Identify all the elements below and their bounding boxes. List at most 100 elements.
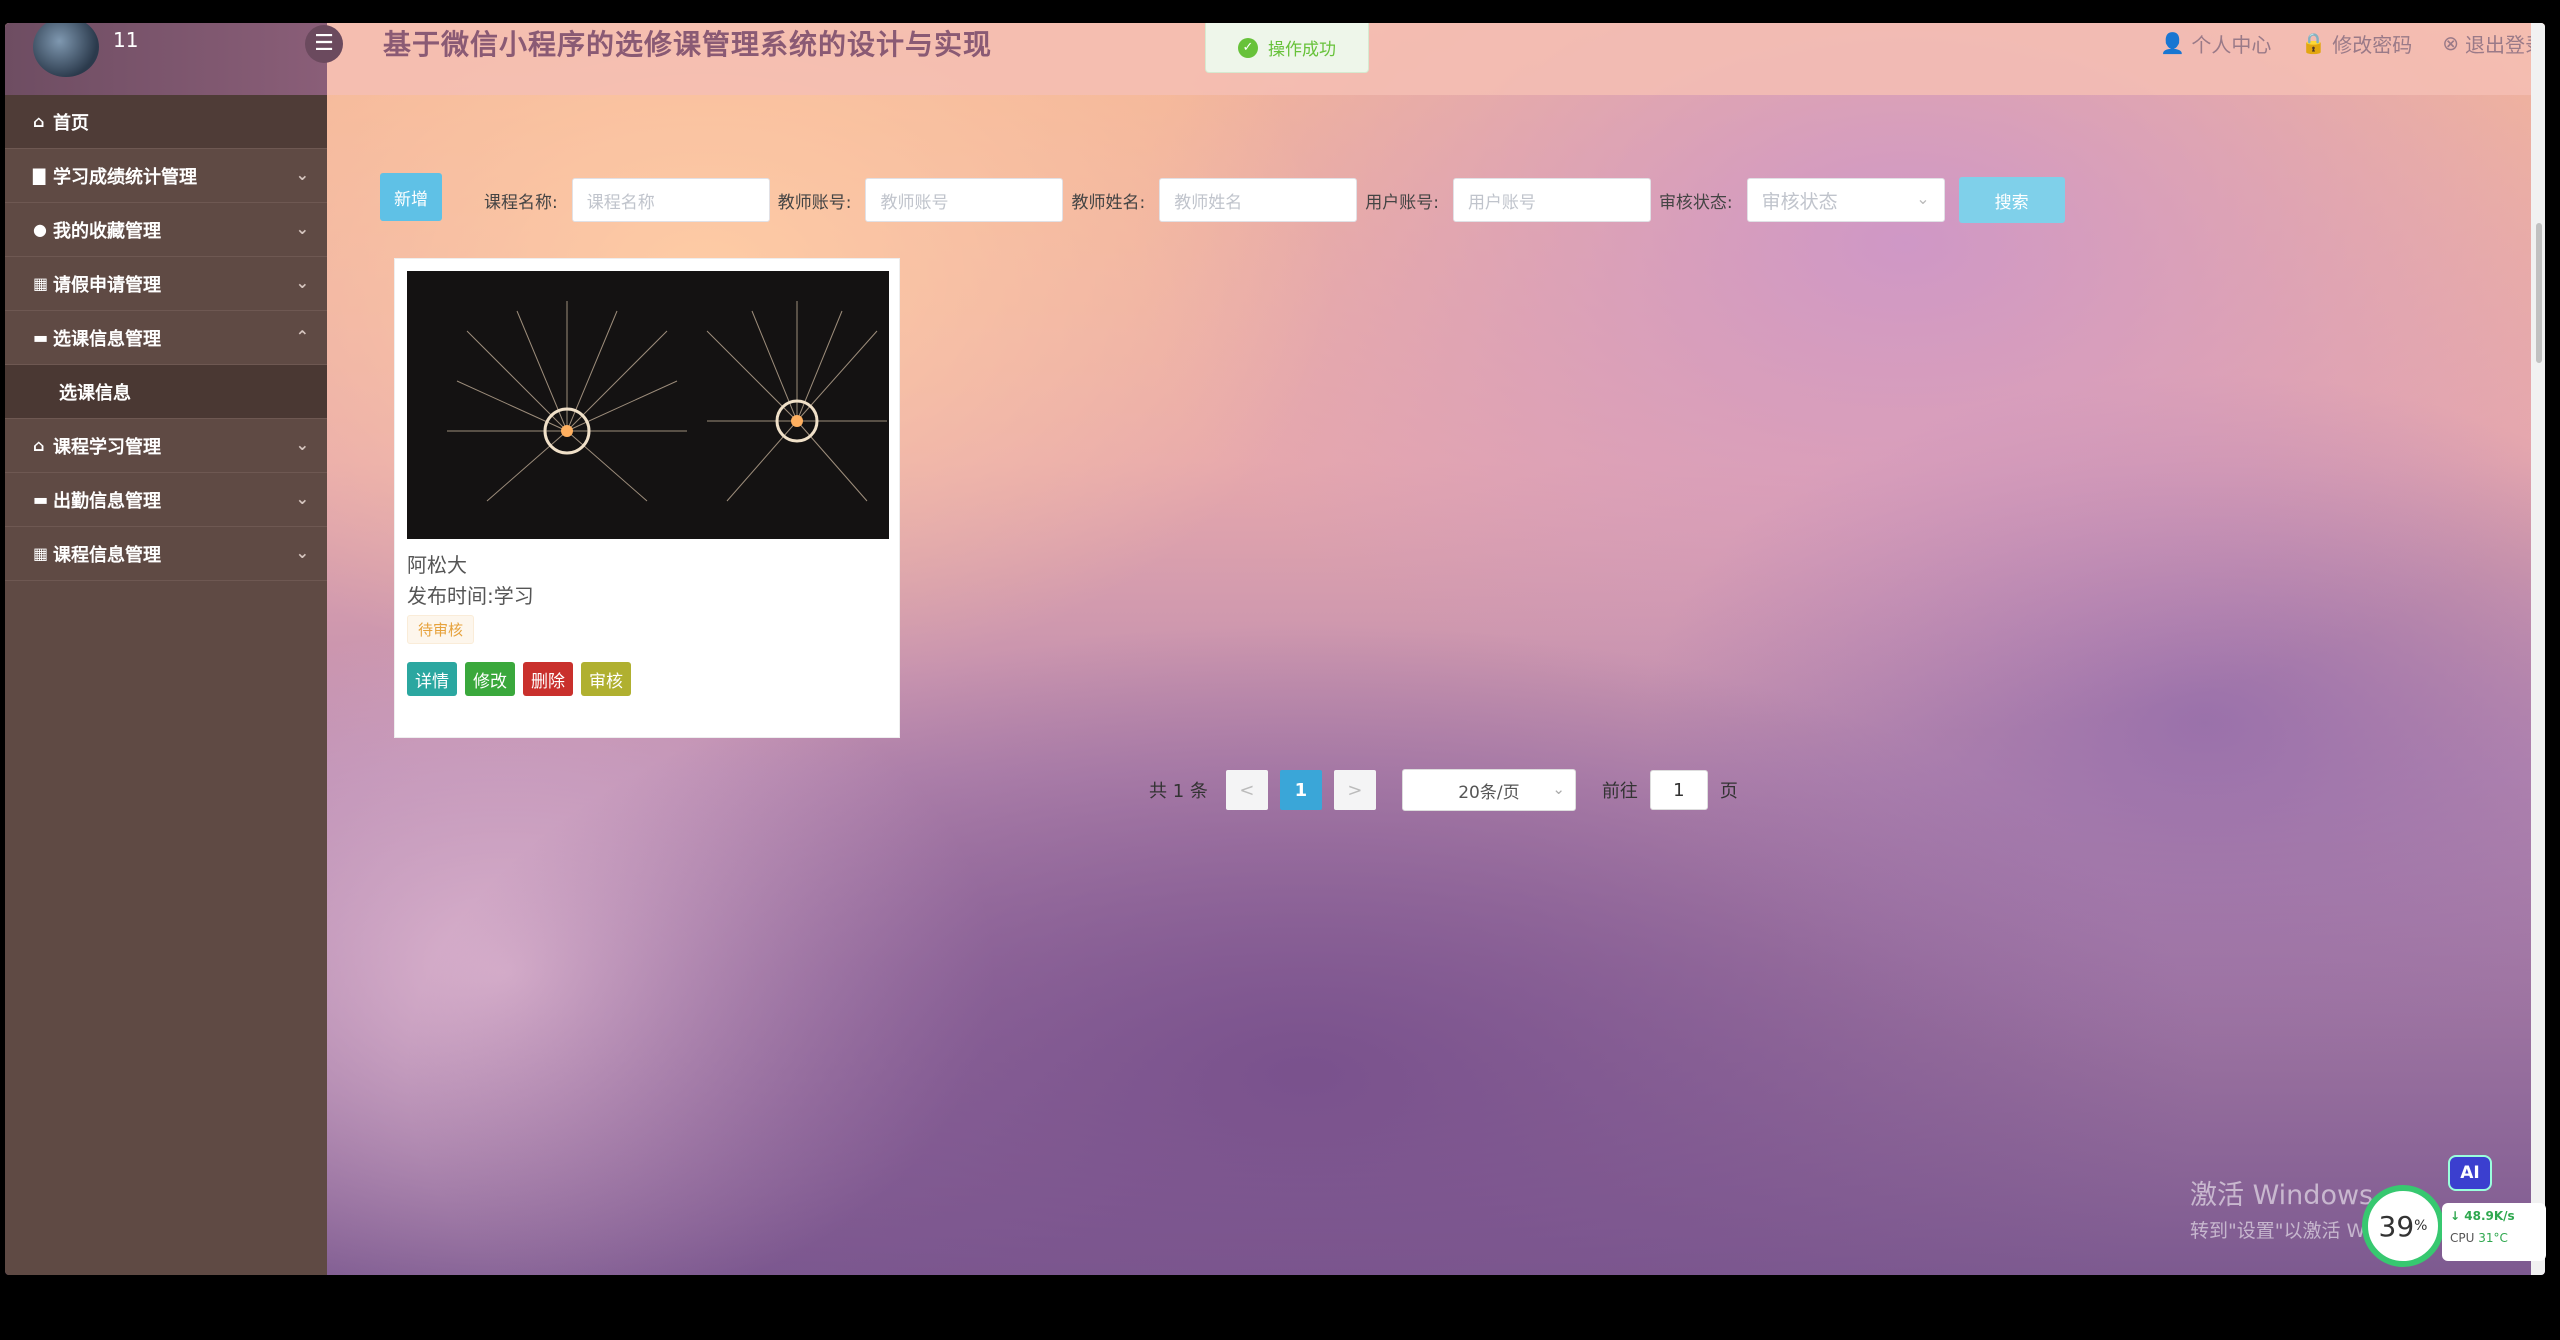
status-badge: 待审核	[407, 615, 475, 644]
chevron-down-icon: ⌄	[295, 219, 309, 238]
hamburger-icon[interactable]: ☰	[305, 25, 343, 63]
lock-icon: 🔒	[2301, 31, 2327, 55]
sidebar-item-course-info[interactable]: ▦ 课程信息管理 ⌄	[5, 527, 327, 581]
sidebar-subitem-enrollment-info[interactable]: 选课信息	[5, 365, 327, 419]
chevron-down-icon: ⌄	[295, 489, 309, 508]
scrollbar-thumb[interactable]	[2536, 223, 2542, 363]
sidebar-item-label: 学习成绩统计管理	[53, 166, 197, 188]
change-password-label: 修改密码	[2332, 32, 2413, 57]
check-icon: ✓	[1238, 37, 1258, 58]
sidebar-item-label: 课程信息管理	[53, 544, 161, 566]
avatar[interactable]	[33, 23, 99, 77]
teacher-account-input[interactable]: 教师账号	[865, 178, 1064, 222]
page-suffix: 页	[1719, 781, 1738, 802]
chevron-down-icon: ⌄	[1552, 780, 1565, 798]
prev-page-button[interactable]: <	[1225, 770, 1268, 810]
course-name-input[interactable]: 课程名称	[571, 178, 770, 222]
user-account-label: 用户账号:	[1365, 192, 1439, 213]
form-icon: ▬	[33, 489, 49, 509]
app-window: 11 ☰ 基于微信小程序的选修课管理系统的设计与实现 ✓ 操作成功 👤 个人中心…	[5, 23, 2545, 1275]
card-image	[407, 271, 889, 539]
search-button[interactable]: 搜索	[1958, 177, 2065, 223]
status-select-placeholder: 审核状态	[1761, 190, 1838, 213]
sidebar-item-favorites[interactable]: ● 我的收藏管理 ⌄	[5, 203, 327, 257]
sidebar-item-grade-stats[interactable]: ▇ 学习成绩统计管理 ⌄	[5, 149, 327, 203]
next-page-button[interactable]: >	[1333, 770, 1376, 810]
status-select[interactable]: 审核状态 ⌄	[1746, 178, 1945, 222]
net-speed: 48.9K/s	[2464, 1209, 2515, 1223]
chevron-down-icon: ⌄	[295, 273, 309, 292]
close-circle-icon: ⊗	[2442, 31, 2459, 55]
page-size-select[interactable]: 20条/页 ⌄	[1401, 769, 1576, 811]
goto-page-input[interactable]: 1	[1649, 770, 1708, 810]
teacher-name-label: 教师姓名:	[1071, 192, 1146, 213]
sidebar-item-leave[interactable]: ▦ 请假申请管理 ⌄	[5, 257, 327, 311]
user-icon: 👤	[2160, 31, 2186, 55]
cpu-percent-sign: %	[2414, 1218, 2428, 1234]
top-nav: 👤 个人中心 🔒 修改密码 ⊗ 退出登录	[2160, 23, 2545, 63]
card-title: 阿松大	[407, 553, 467, 577]
profile-label: 个人中心	[2191, 32, 2272, 57]
sidebar-item-label: 课程学习管理	[53, 436, 161, 458]
sidebar-item-label: 我的收藏管理	[53, 220, 161, 242]
enrollment-card: 阿松大 发布时间:学习 待审核 详情 修改 删除 审核	[394, 258, 900, 738]
sidebar: ⌂ 首页 ▇ 学习成绩统计管理 ⌄ ● 我的收藏管理 ⌄ ▦ 请假申请管理 ⌄ …	[5, 95, 327, 1275]
home-icon: ⌂	[33, 111, 45, 131]
chevron-down-icon: ⌄	[295, 165, 309, 184]
cpu-usage-widget[interactable]: 39%	[2362, 1185, 2444, 1267]
sidebar-item-label: 出勤信息管理	[53, 490, 161, 512]
audit-button[interactable]: 审核	[581, 662, 631, 696]
page-title: 基于微信小程序的选修课管理系统的设计与实现	[383, 28, 993, 61]
sidebar-item-course-study[interactable]: ⌂ 课程学习管理 ⌄	[5, 419, 327, 473]
chevron-down-icon: ⌄	[1916, 189, 1930, 208]
pagination: 共 1 条 < 1 > 20条/页 ⌄ 前往 1 页	[1149, 768, 1738, 812]
page-number-button[interactable]: 1	[1279, 770, 1322, 810]
success-toast: ✓ 操作成功	[1205, 23, 1369, 73]
table-icon: ▦	[33, 273, 49, 293]
ai-assistant-button[interactable]: AI	[2448, 1155, 2492, 1191]
card-meta: 发布时间:学习	[407, 584, 534, 608]
goto-label: 前往	[1601, 781, 1638, 802]
chevron-down-icon: ⌄	[295, 435, 309, 454]
download-arrow-icon: ↓	[2450, 1209, 2461, 1223]
sidebar-item-enrollment[interactable]: ▬ 选课信息管理 ⌃	[5, 311, 327, 365]
chevron-down-icon: ⌄	[295, 543, 309, 562]
user-account-input[interactable]: 用户账号	[1452, 178, 1651, 222]
profile-link[interactable]: 👤 个人中心	[2160, 29, 2271, 58]
screen: 11 ☰ 基于微信小程序的选修课管理系统的设计与实现 ✓ 操作成功 👤 个人中心…	[0, 0, 2560, 1340]
page-size-value: 20条/页	[1458, 782, 1520, 803]
network-monitor: ↓ 48.9K/s CPU 31°C	[2442, 1203, 2546, 1261]
change-password-link[interactable]: 🔒 修改密码	[2301, 29, 2412, 58]
pagination-total: 共 1 条	[1149, 781, 1208, 802]
sidebar-item-label: 选课信息管理	[53, 328, 161, 350]
toast-text: 操作成功	[1268, 40, 1336, 60]
search-bar: 新增 课程名称: 课程名称 教师账号: 教师账号 教师姓名: 教师姓名 用户账号…	[380, 173, 2065, 225]
username: 11	[113, 28, 139, 52]
sidebar-item-home[interactable]: ⌂ 首页	[5, 95, 327, 149]
bank-icon: ⌂	[33, 435, 45, 455]
card-actions: 详情 修改 删除 审核	[407, 662, 631, 696]
cpu-label: CPU	[2450, 1231, 2475, 1245]
edit-button[interactable]: 修改	[465, 662, 515, 696]
logout-link[interactable]: ⊗ 退出登录	[2442, 29, 2545, 58]
grid-icon: ▦	[33, 543, 49, 563]
delete-button[interactable]: 删除	[523, 662, 573, 696]
sidebar-item-label: 请假申请管理	[53, 274, 161, 296]
sidebar-item-label: 首页	[53, 112, 89, 134]
status-label: 审核状态:	[1658, 192, 1733, 213]
sidebar-item-attendance[interactable]: ▬ 出勤信息管理 ⌄	[5, 473, 327, 527]
add-button[interactable]: 新增	[380, 173, 442, 221]
document-icon: ▇	[33, 165, 46, 185]
cpu-percent: 39	[2378, 1209, 2415, 1243]
circle-icon: ●	[33, 219, 47, 239]
detail-button[interactable]: 详情	[407, 662, 457, 696]
scrollbar[interactable]	[2531, 23, 2545, 1275]
sidebar-header: 11 ☰	[5, 23, 343, 95]
chevron-up-icon: ⌃	[295, 327, 309, 346]
teacher-account-label: 教师账号:	[777, 192, 852, 213]
cpu-temp: 31°C	[2478, 1231, 2508, 1245]
teacher-name-input[interactable]: 教师姓名	[1159, 178, 1358, 222]
form-icon: ▬	[33, 327, 49, 347]
fireworks-image	[407, 271, 889, 539]
top-bar: 11 ☰ 基于微信小程序的选修课管理系统的设计与实现 ✓ 操作成功 👤 个人中心…	[5, 23, 2545, 95]
